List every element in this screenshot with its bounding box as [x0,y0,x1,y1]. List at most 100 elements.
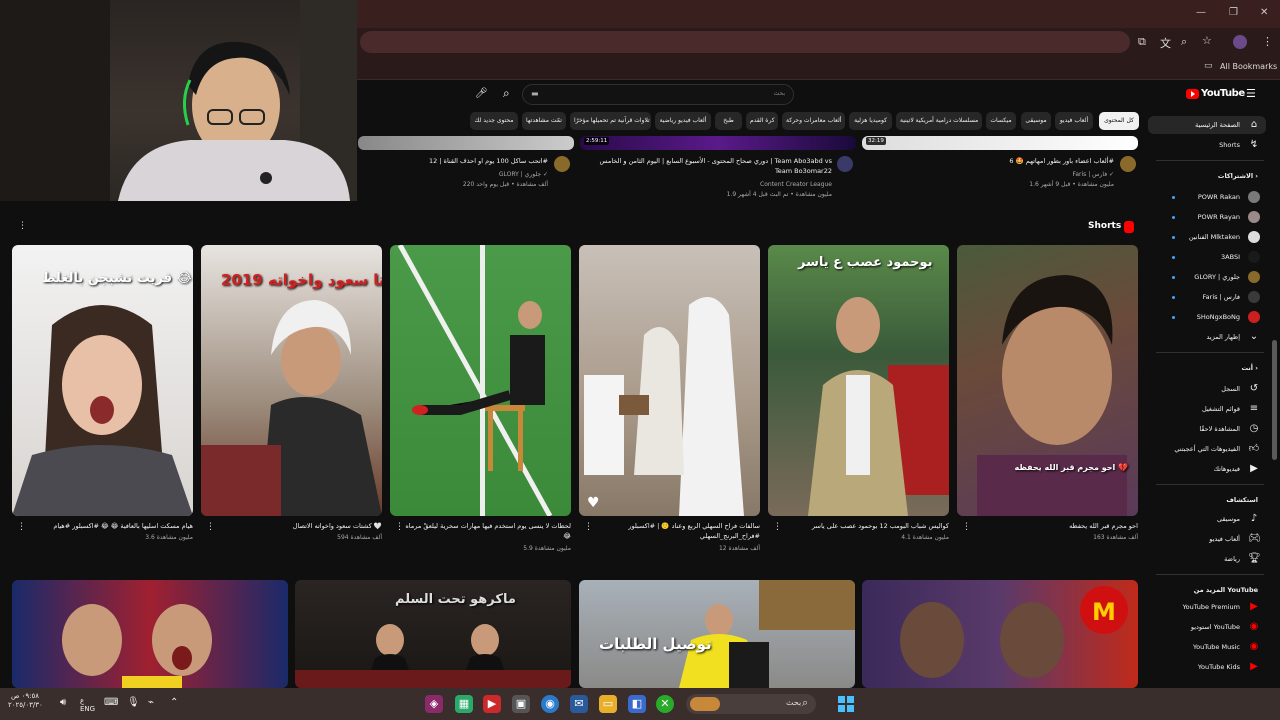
zoom-icon[interactable]: ⌕ [1181,35,1187,49]
video-thumbnail[interactable]: ماكرهو تحت السلم [295,580,571,688]
short-title[interactable]: احو مجرم قبر الله يحفظه [957,521,1138,531]
sidebar-item-subscription[interactable]: 3ABSI [1148,248,1266,266]
short-title[interactable]: كشتات سعود واخواته الاتصال 🤍 [215,521,382,531]
short-more-icon[interactable]: ⋮ [962,522,971,532]
you-header[interactable]: أنت › [1148,364,1258,372]
sidebar-item-liked[interactable]: الفيديوهات التي أعجبتني 👍︎ [1148,440,1266,458]
chip-quran[interactable]: تلاوات قرآنية تم تحميلها مؤخرًا [570,112,651,130]
video-thumbnail[interactable]: 2:59:11 [580,136,856,150]
file-explorer-icon[interactable]: ▭ [599,695,617,713]
short-thumbnail[interactable]: كشتا سعود واخواته 2019 [201,245,382,516]
short-title[interactable]: كواليس شباب البومب 12 بوحمود عصب على ياس… [780,521,949,531]
video-thumbnail[interactable] [12,580,288,688]
sidebar-item-your-videos[interactable]: فيديوهاتك ▶ [1148,460,1266,478]
short-thumbnail[interactable]: بوحمود عصب ع ياسر [768,245,949,516]
sidebar-item-home[interactable]: الصفحة الرئيسية ⌂ [1148,116,1266,134]
chip-action-adventure[interactable]: ألعاب معامرات وحركة [782,112,845,130]
channel-avatar[interactable] [1120,156,1136,172]
app-icon[interactable]: ▶ [483,695,501,713]
channel-avatar[interactable] [554,156,570,172]
address-bar[interactable] [360,31,1130,53]
voice-search-icon[interactable]: 🎤︎ [475,88,488,99]
video-channel[interactable]: GLORY | جلوري ✓ [360,170,548,179]
short-more-icon[interactable]: ⋮ [773,522,782,532]
sidebar-item-kids[interactable]: YouTube Kids ▶ [1148,658,1266,676]
minimize-icon[interactable]: — [1196,7,1206,18]
search-input[interactable]: ▬ بحث [522,84,794,105]
video-thumbnail[interactable]: توصيل الطلبات [579,580,855,688]
chip-cooking[interactable]: طبخ [715,112,742,130]
sidebar-item-history[interactable]: السجل ↺ [1148,380,1266,398]
chip-watched[interactable]: تمّت مشاهدتها [522,112,566,130]
speaker-icon[interactable]: 🔊︎ [60,697,66,708]
short-thumbnail[interactable]: احو مجرم قبر الله يحفظه 💔 [957,245,1138,516]
chip-mixes[interactable]: ميكسات [986,112,1016,130]
shorts-more-icon[interactable]: ⋮ [18,221,27,231]
xbox-icon[interactable]: ✕ [656,695,674,713]
keyboard-icon[interactable]: ⌨ [104,697,118,708]
short-more-icon[interactable]: ⋮ [395,522,404,532]
channel-avatar[interactable] [837,156,853,172]
browser-menu-icon[interactable]: ⋮ [1262,35,1273,48]
app-icon[interactable]: ▦ [455,695,473,713]
cast-icon[interactable]: ⧉ [1138,35,1146,49]
chip-comedy[interactable]: كوميديا هزلية [849,112,892,130]
chip-video-games[interactable]: ألعاب فيديو [1055,112,1093,130]
taskbar-search[interactable]: بحث ⌕ [686,694,816,714]
chip-music[interactable]: موسيقى [1021,112,1051,130]
video-channel[interactable]: Faris | فارس ✓ [880,170,1114,179]
video-thumbnail[interactable]: M [862,580,1138,688]
app-icon[interactable]: ◈ [425,695,443,713]
profile-avatar[interactable] [1233,35,1247,49]
network-icon[interactable]: ⌁ [148,697,154,708]
store-icon[interactable]: ◧ [628,695,646,713]
sidebar-item-music-app[interactable]: YouTube Music ◉ [1148,638,1266,656]
sidebar-item-subscription[interactable]: POWR Rayan [1148,208,1266,226]
windows-start-icon[interactable] [838,696,854,712]
short-thumbnail[interactable]: قريت تشبجن بالغلط 😂 [12,245,193,516]
microphone-icon[interactable]: 🎙︎ [127,697,140,708]
video-title[interactable]: دوري صحاح المحتوى - الأسبوع السابع | الي… [590,156,832,176]
short-more-icon[interactable]: ⋮ [206,522,215,532]
video-title[interactable]: ألعاب اعضاء باور بطور امهاتهم 🤩 6# [880,156,1114,166]
page-scrollbar[interactable] [1272,340,1277,460]
sidebar-item-subscription[interactable]: Faris | فارس [1148,288,1266,306]
video-title[interactable]: اتحب ساكل 100 يوم او احذف القناة | 12# [360,156,548,166]
short-thumbnail[interactable]: ♥ [579,245,760,516]
sidebar-item-premium[interactable]: YouTube Premium ▶ [1148,598,1266,616]
short-more-icon[interactable]: ⋮ [584,522,593,532]
video-thumbnail[interactable] [358,136,574,150]
video-channel[interactable]: Content Creator League [590,180,832,189]
short-thumbnail[interactable] [390,245,571,516]
sidebar-item-subscription[interactable]: الفنانين Mlktaken [1148,228,1266,246]
close-icon[interactable]: ✕ [1260,7,1268,18]
sidebar-item-studio[interactable]: استوديو YouTube ◉ [1148,618,1266,636]
app-icon[interactable]: ✉ [570,695,588,713]
short-title[interactable]: لحظات لا ينسى يوم استخدم فيها مهارات سحر… [405,521,571,541]
subscriptions-header[interactable]: الاشتراكات › [1148,172,1258,180]
sidebar-item-show-more[interactable]: إظهار المزيد ⌄ [1148,328,1266,346]
chip-sports-games[interactable]: ألعاب فيديو رياضية [655,112,711,130]
sidebar-item-gaming[interactable]: ألعاب فيديو 🎮︎ [1148,530,1266,548]
all-bookmarks-label[interactable]: All Bookmarks [1220,62,1277,71]
search-icon[interactable]: ⌕ [503,86,510,101]
chip-latin-dramas[interactable]: مسلسلات درامية أمريكية لاتينية [896,112,982,130]
sidebar-item-subscription[interactable]: GLORY | جلوري [1148,268,1266,286]
language-indicator[interactable]: ع ENG [80,697,95,713]
sidebar-item-shorts[interactable]: Shorts ↯ [1148,136,1266,154]
chip-new-to-you[interactable]: محتوى جديد لك [470,112,518,130]
youtube-logo-icon[interactable] [1186,89,1199,99]
short-title[interactable]: سالفات فراح السهلي الربع وعناد 🙂 | #اكسب… [595,521,760,541]
chip-football[interactable]: كرة القدم [746,112,778,130]
chip-all[interactable]: كل المحتوى [1099,112,1139,130]
hamburger-menu-icon[interactable]: ☰ [1246,87,1256,100]
short-title[interactable]: هيام مسكت اسليها بالعافية 😂 😂 #اكسبلور #… [28,521,193,531]
sidebar-item-subscription[interactable]: POWR Rakan [1148,188,1266,206]
app-icon[interactable]: ▣ [512,695,530,713]
short-more-icon[interactable]: ⋮ [17,522,26,532]
sidebar-item-playlists[interactable]: قوائم التشغيل ≡ [1148,400,1266,418]
sidebar-item-watch-later[interactable]: المشاهدة لاحقًا ◷ [1148,420,1266,438]
sidebar-item-subscription[interactable]: SHoNgxBoNg [1148,308,1266,326]
maximize-icon[interactable]: ❐ [1229,7,1238,18]
youtube-logo-text[interactable]: YouTube [1201,88,1245,99]
